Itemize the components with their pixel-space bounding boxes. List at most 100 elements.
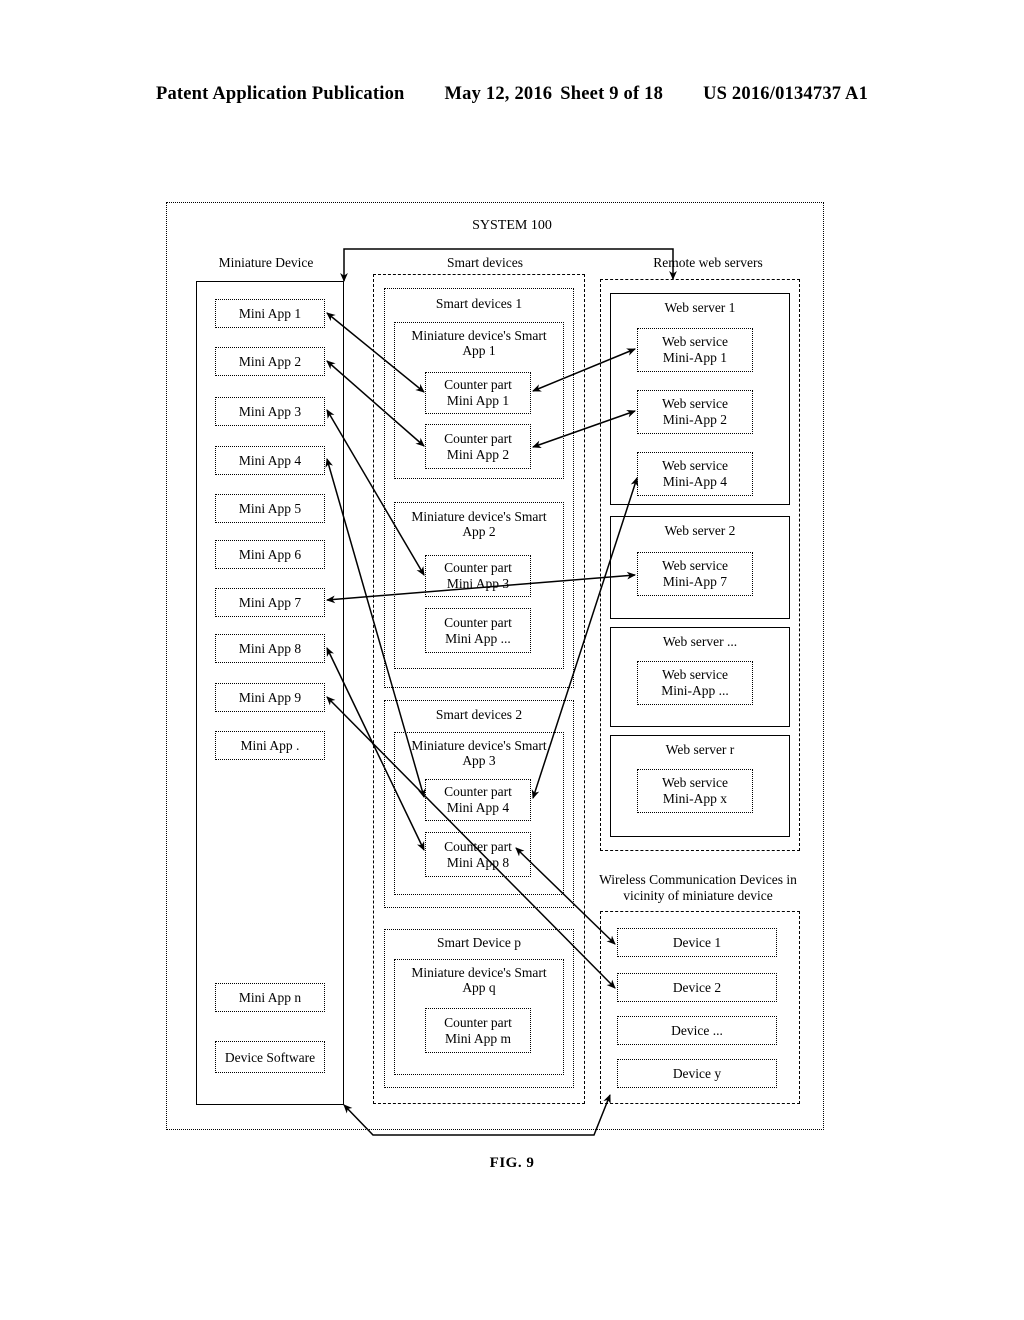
counter-part-mini-app-4-label: Counter part Mini App 4 — [444, 784, 512, 816]
cp3-l1: Counter part — [444, 560, 512, 575]
mini-app-3[interactable]: Mini App 3 — [215, 397, 325, 426]
mini-app-6[interactable]: Mini App 6 — [215, 540, 325, 569]
smart-device-p-title: Smart Device p — [437, 935, 521, 950]
device-software-label: Device Software — [224, 1049, 316, 1065]
web-service-mini-app-2-label: Web service Mini-App 2 — [662, 396, 728, 428]
smart-app-q-title-line2: App q — [462, 980, 496, 995]
cp2-l2: Mini App 2 — [446, 446, 510, 462]
mini-app-ellipsis[interactable]: Mini App . — [215, 731, 325, 760]
smart-app-q-title-line1: Miniature device's Smart — [411, 965, 547, 980]
ws7-l1: Web service — [661, 558, 728, 573]
counter-part-mini-app-8-label: Counter part Mini App 8 — [444, 839, 512, 871]
mini-app-n-label: Mini App n — [238, 990, 302, 1005]
cp8-l2: Mini App 8 — [446, 854, 510, 870]
web-server-ellipsis-title: Web server ... — [662, 634, 738, 649]
mini-app-5-label: Mini App 5 — [238, 501, 302, 516]
mini-app-6-label: Mini App 6 — [238, 547, 302, 562]
smart-app-1-title-line1: Miniature device's Smart — [411, 328, 547, 343]
mini-app-4-label: Mini App 4 — [238, 453, 302, 468]
wse-l1: Web service — [661, 667, 728, 682]
counter-part-mini-app-1-label: Counter part Mini App 1 — [444, 377, 512, 409]
counter-part-mini-app-3[interactable]: Counter part Mini App 3 — [425, 555, 531, 597]
counter-part-mini-app-4[interactable]: Counter part Mini App 4 — [425, 779, 531, 821]
miniature-device-caption: Miniature Device — [218, 255, 314, 270]
web-server-r-title: Web server r — [665, 742, 735, 757]
wireless-device-y[interactable]: Device y — [617, 1059, 777, 1088]
counter-part-mini-app-ellipsis-label: Counter part Mini App ... — [444, 615, 512, 647]
ws1-l1: Web service — [661, 334, 728, 349]
device-software[interactable]: Device Software — [215, 1041, 325, 1073]
smart-app-3-title-line1: Miniature device's Smart — [411, 738, 547, 753]
web-server-1-title: Web server 1 — [664, 300, 736, 315]
wireless-device-2[interactable]: Device 2 — [617, 973, 777, 1002]
web-service-mini-app-7[interactable]: Web service Mini-App 7 — [637, 552, 753, 596]
cp8-l1: Counter part — [444, 838, 512, 854]
smart-app-3-title: Miniature device's Smart App 3 — [394, 738, 564, 768]
web-service-mini-app-4-label: Web service Mini-App 4 — [662, 458, 728, 490]
figure-9-diagram: SYSTEM 100 Miniature Device Smart device… — [0, 0, 1024, 1320]
mini-app-2[interactable]: Mini App 2 — [215, 347, 325, 376]
smart-app-2-title-line1: Miniature device's Smart — [411, 509, 547, 524]
mini-app-1-label: Mini App 1 — [238, 306, 302, 321]
mini-app-7-label: Mini App 7 — [238, 595, 302, 610]
wse-l2: Mini-App ... — [661, 683, 729, 698]
wireless-device-ellipsis[interactable]: Device ... — [617, 1016, 777, 1045]
ws4-l2: Mini-App 4 — [662, 474, 728, 489]
mini-app-n[interactable]: Mini App n — [215, 983, 325, 1012]
figure-label: FIG. 9 — [489, 1155, 535, 1171]
counter-part-mini-app-8[interactable]: Counter part Mini App 8 — [425, 832, 531, 877]
cp4-l1: Counter part — [444, 784, 512, 799]
web-service-mini-app-x-label: Web service Mini-App x — [662, 775, 728, 807]
counter-part-mini-app-1[interactable]: Counter part Mini App 1 — [425, 372, 531, 414]
cp4-l2: Mini App 4 — [446, 800, 510, 815]
mini-app-8[interactable]: Mini App 8 — [215, 634, 325, 663]
ws4-l1: Web service — [661, 458, 728, 473]
counter-part-mini-app-m-label: Counter part Mini App m — [444, 1015, 512, 1047]
cp3-l2: Mini App 3 — [446, 576, 510, 591]
smart-app-3-title-line2: App 3 — [462, 753, 496, 768]
counter-part-mini-app-ellipsis[interactable]: Counter part Mini App ... — [425, 608, 531, 653]
smart-devices-caption: Smart devices — [446, 255, 524, 270]
mini-app-5[interactable]: Mini App 5 — [215, 494, 325, 523]
mini-app-3-label: Mini App 3 — [238, 404, 302, 419]
remote-web-servers-caption: Remote web servers — [653, 255, 763, 270]
web-service-mini-app-ellipsis[interactable]: Web service Mini-App ... — [637, 661, 753, 705]
web-service-mini-app-ellipsis-label: Web service Mini-App ... — [661, 667, 729, 699]
ws7-l2: Mini-App 7 — [662, 574, 728, 589]
smart-app-q-title: Miniature device's Smart App q — [394, 965, 564, 995]
mini-app-9-label: Mini App 9 — [238, 690, 302, 705]
web-service-mini-app-7-label: Web service Mini-App 7 — [662, 558, 728, 590]
cpe-l1: Counter part — [444, 614, 512, 630]
web-service-mini-app-1-label: Web service Mini-App 1 — [662, 334, 728, 366]
wireless-device-ellipsis-label: Device ... — [671, 1023, 723, 1038]
wireless-device-1-label: Device 1 — [672, 935, 722, 950]
counter-part-mini-app-m[interactable]: Counter part Mini App m — [425, 1008, 531, 1053]
wireless-device-2-label: Device 2 — [672, 980, 722, 995]
counter-part-mini-app-2[interactable]: Counter part Mini App 2 — [425, 424, 531, 469]
wireless-devices-caption: Wireless Communication Devices in vicini… — [586, 872, 810, 904]
ws2-l2: Mini-App 2 — [662, 412, 728, 427]
mini-app-7[interactable]: Mini App 7 — [215, 588, 325, 617]
mini-app-9[interactable]: Mini App 9 — [215, 683, 325, 712]
cp1-l1: Counter part — [444, 377, 512, 392]
web-service-mini-app-2[interactable]: Web service Mini-App 2 — [637, 390, 753, 434]
mini-app-8-label: Mini App 8 — [238, 641, 302, 656]
mini-app-4[interactable]: Mini App 4 — [215, 446, 325, 475]
wireless-devices-caption-line2: vicinity of miniature device — [623, 888, 773, 903]
cpe-l2: Mini App ... — [445, 630, 511, 646]
wireless-devices-caption-line1: Wireless Communication Devices in — [599, 872, 797, 887]
web-service-mini-app-x[interactable]: Web service Mini-App x — [637, 769, 753, 813]
mini-app-1[interactable]: Mini App 1 — [215, 299, 325, 328]
mini-app-2-label: Mini App 2 — [238, 354, 302, 369]
web-service-mini-app-4[interactable]: Web service Mini-App 4 — [637, 452, 753, 496]
mini-app-ellipsis-label: Mini App . — [240, 738, 300, 753]
ws1-l2: Mini-App 1 — [662, 350, 728, 365]
smart-devices-1-title: Smart devices 1 — [435, 296, 523, 311]
smart-app-1-title-line2: App 1 — [462, 343, 496, 358]
wireless-device-1[interactable]: Device 1 — [617, 928, 777, 957]
smart-app-2-title-line2: App 2 — [462, 524, 496, 539]
wsx-l2: Mini-App x — [662, 791, 728, 806]
counter-part-mini-app-2-label: Counter part Mini App 2 — [444, 431, 512, 463]
web-service-mini-app-1[interactable]: Web service Mini-App 1 — [637, 328, 753, 372]
web-server-2-title: Web server 2 — [664, 523, 736, 538]
